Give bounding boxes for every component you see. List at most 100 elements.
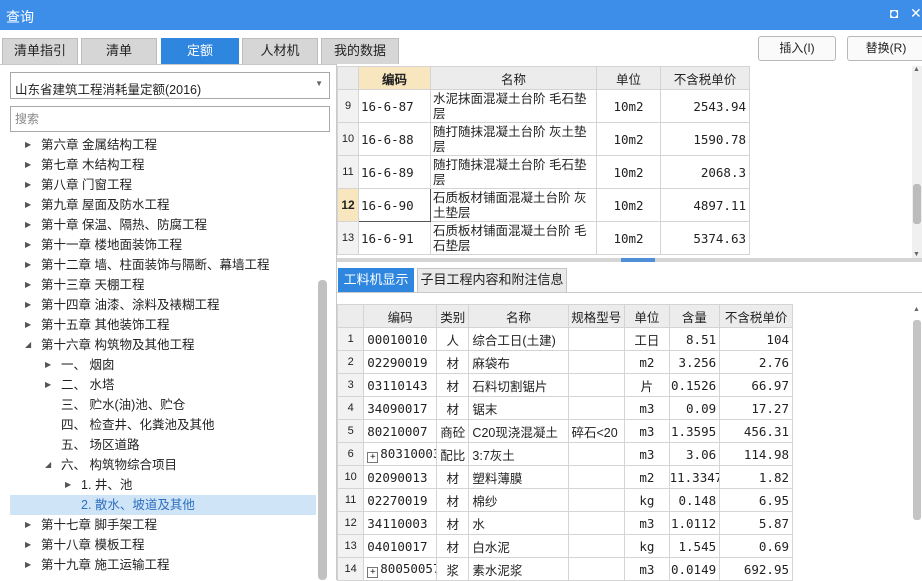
resource-qty[interactable]: 1.545 [668,534,721,558]
tree-node[interactable]: ▶ 第九章 屋面及防水工程 [10,195,316,215]
quota-code[interactable]: 16-6-89 [358,155,431,189]
quota-price[interactable]: 2543.94 [660,89,750,123]
quota-price[interactable]: 1590.78 [660,122,750,156]
quota-library-select[interactable]: 山东省建筑工程消耗量定额(2016) ▼ [10,72,330,99]
quota-header-unit[interactable]: 单位 [596,66,661,90]
resource-code-cell[interactable]: 34090017 [363,396,438,420]
tree-node[interactable]: ▶ 第十二章 墙、柱面装饰与隔断、幕墙工程 [10,255,316,275]
resource-row[interactable]: 1 00010010 人综合工日(土建) 工日 8.51 104 [336,327,793,351]
tab-my-data[interactable]: 我的数据 [321,38,399,64]
expand-arrow-icon[interactable]: ▶ [25,275,31,295]
tab-resources[interactable]: 人材机 [242,38,318,64]
resource-spec[interactable] [567,465,626,489]
tree-node[interactable]: ▶ 第十八章 模板工程 [10,535,316,555]
insert-button[interactable]: 插入(I) [758,36,836,61]
resource-code-cell[interactable]: 00010010 [363,327,438,351]
expand-arrow-icon[interactable]: ▶ [25,235,31,255]
resource-name[interactable]: 锯末 [468,396,569,420]
quota-row[interactable]: 13 16-6-91 石质板材铺面混凝土台阶 毛石垫层 10m2 5374.63 [337,221,750,255]
tab-quota[interactable]: 定额 [161,38,239,64]
restore-icon[interactable]: ◘ [890,5,898,21]
scroll-down-icon[interactable]: ▼ [913,251,920,258]
tree-node[interactable]: 四、 检查井、化粪池及其他 [10,415,316,435]
tab-work-content[interactable]: 子目工程内容和附注信息 [417,268,567,292]
resource-qty[interactable]: 8.51 [668,327,721,351]
resource-row[interactable]: 11 02270019 材棉纱 kg 0.148 6.95 [336,488,793,512]
resource-spec[interactable] [567,396,626,420]
resource-price[interactable]: 692.95 [719,557,793,581]
resource-unit[interactable]: m3 [624,396,670,420]
resource-header-qty[interactable]: 含量 [668,304,721,328]
expand-arrow-icon[interactable]: ▶ [25,535,31,555]
quota-header-name[interactable]: 名称 [430,66,597,90]
resource-header-unit[interactable]: 单位 [624,304,670,328]
quota-unit[interactable]: 10m2 [596,122,661,156]
resource-type[interactable]: 材 [436,396,470,420]
tree-node[interactable]: ▶ 二、 水塔 [10,375,316,395]
tree-node[interactable]: ▶ 第十三章 天棚工程 [10,275,316,295]
tree-node[interactable]: ▶ 第七章 木结构工程 [10,155,316,175]
resource-row[interactable]: 5 80210007 商砼 C20现浇混凝土 碎石<20 m3 1.3595 456.31 [336,419,793,443]
tree-node[interactable]: ▶ 1. 井、池 [10,475,316,495]
tree-node[interactable]: ▶ 第十章 保温、隔热、防腐工程 [10,215,316,235]
resource-qty[interactable]: 11.3347 [668,465,721,489]
expand-arrow-icon[interactable]: ▶ [25,255,31,275]
quota-unit[interactable]: 10m2 [596,188,661,222]
resource-code-cell[interactable]: 02270019 [363,488,438,512]
quota-row[interactable]: 12 16-6-90 石质板材铺面混凝土台阶 灰土垫层 10m2 4897.11 [337,188,750,222]
resource-price[interactable]: 66.97 [719,373,793,397]
resource-header-price[interactable]: 不含税单价 [719,304,793,328]
tree-scrollbar[interactable] [318,135,328,580]
resource-qty[interactable]: 0.09 [668,396,721,420]
resource-spec[interactable] [567,511,626,535]
resource-type[interactable]: 材 [436,373,470,397]
scroll-up-icon[interactable]: ▲ [913,306,920,313]
quota-unit[interactable]: 10m2 [596,89,661,123]
quota-row[interactable]: 10 16-6-88 随打随抹混凝土台阶 灰土垫层 10m2 1590.78 [337,122,750,156]
tree-node[interactable]: ▶ 第十一章 楼地面装饰工程 [10,235,316,255]
quota-name[interactable]: 石质板材铺面混凝土台阶 毛石垫层 [430,221,597,255]
quota-scrollbar[interactable]: ▲ ▼ [912,66,922,258]
resource-row[interactable]: 2 02290019 材麻袋布 m2 3.256 2.76 [336,350,793,374]
resource-type[interactable]: 材 [436,350,470,374]
resource-price[interactable]: 104 [719,327,793,351]
resource-type[interactable]: 人 [436,327,470,351]
resource-qty[interactable]: 0.148 [668,488,721,512]
resource-name[interactable]: 3:7灰土 [468,442,569,466]
quota-name[interactable]: 石质板材铺面混凝土台阶 灰土垫层 [430,188,597,222]
expand-arrow-icon[interactable]: ▶ [25,555,31,575]
expand-arrow-icon[interactable]: ▶ [25,295,31,315]
resource-unit[interactable]: 片 [624,373,670,397]
resource-code-cell[interactable]: 34110003 [363,511,438,535]
resource-type[interactable]: 材 [436,534,470,558]
resource-type[interactable]: 商砼 [436,419,470,443]
collapse-arrow-icon[interactable]: ◢ [25,335,31,355]
expand-arrow-icon[interactable]: ▶ [25,135,31,155]
close-icon[interactable]: ✕ [910,5,922,22]
resource-code-cell[interactable]: 03110143 [363,373,438,397]
resource-price[interactable]: 456.31 [719,419,793,443]
resource-qty[interactable]: 3.256 [668,350,721,374]
resource-unit[interactable]: m3 [624,511,670,535]
resource-code-cell[interactable]: +80050057 [363,557,438,581]
resource-unit[interactable]: m3 [624,419,670,443]
resource-scrollbar[interactable]: ▲ [912,304,922,580]
splitter-grip[interactable] [621,258,655,262]
resource-type[interactable]: 材 [436,488,470,512]
resource-qty[interactable]: 1.0112 [668,511,721,535]
expand-arrow-icon[interactable]: ▶ [65,475,71,495]
quota-code[interactable]: 16-6-90 [358,188,431,222]
resource-price[interactable]: 5.87 [719,511,793,535]
quota-header-price[interactable]: 不含税单价 [660,66,750,90]
resource-price[interactable]: 114.98 [719,442,793,466]
resource-unit[interactable]: m2 [624,350,670,374]
tree-node[interactable]: ▶ 第十九章 施工运输工程 [10,555,316,575]
resource-qty[interactable]: 0.0149 [668,557,721,581]
resource-code-cell[interactable]: 02090013 [363,465,438,489]
tree-node[interactable]: ▶ 一、 烟囱 [10,355,316,375]
resource-row[interactable]: 13 04010017 材白水泥 kg 1.545 0.69 [336,534,793,558]
resource-header-name[interactable]: 名称 [468,304,569,328]
expand-plus-icon[interactable]: + [367,451,379,463]
resource-row[interactable]: 10 02090013 材塑料薄膜 m2 11.3347 1.82 [336,465,793,489]
tree-node[interactable]: ▶ 第十四章 油漆、涂料及裱糊工程 [10,295,316,315]
